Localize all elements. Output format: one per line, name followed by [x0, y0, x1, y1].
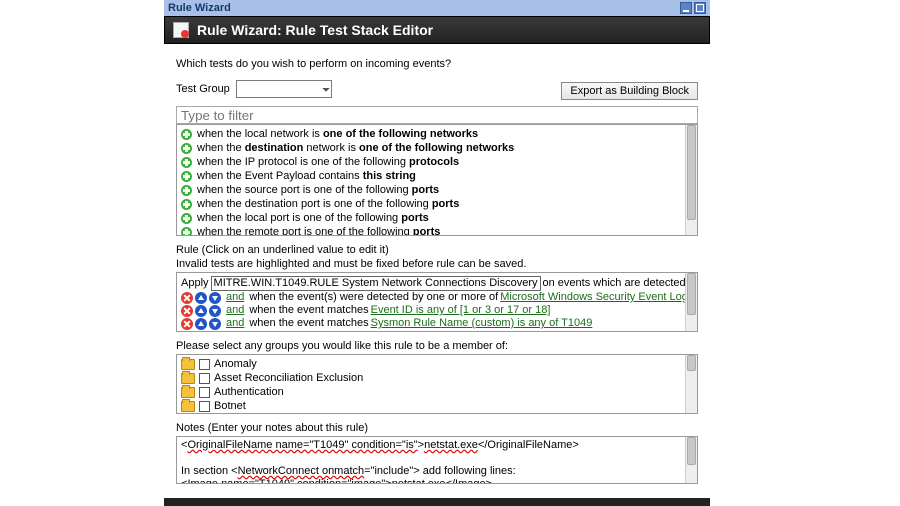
notes-line: <OriginalFileName name="T1049" condition… [181, 439, 681, 452]
dialog-title: Rule Wizard: Rule Test Stack Editor [197, 22, 433, 38]
test-row[interactable]: when the source port is one of the follo… [181, 183, 681, 197]
notes-scrollbar[interactable] [685, 437, 697, 483]
export-building-block-button[interactable]: Export as Building Block [561, 82, 698, 100]
move-down-icon[interactable] [209, 331, 221, 332]
test-row[interactable]: when the local network is one of the fol… [181, 127, 681, 141]
rule-section-label-1: Rule (Click on an underlined value to ed… [176, 244, 698, 256]
rule-value-link[interactable]: Microsoft Windows Security Event Log [500, 291, 685, 304]
group-checkbox[interactable] [199, 359, 210, 370]
rule-panel: Apply MITRE.WIN.T1049.RULE System Networ… [176, 272, 698, 332]
move-up-icon[interactable] [195, 292, 207, 304]
test-group-select[interactable]: All [236, 80, 332, 98]
delete-icon[interactable] [181, 305, 193, 317]
conj-link[interactable]: and [226, 317, 244, 330]
add-icon[interactable] [181, 199, 192, 210]
group-row: Authentication [181, 385, 681, 399]
window-maximize-button[interactable] [694, 2, 706, 14]
group-label: Anomaly [214, 357, 257, 371]
notes-line [181, 452, 681, 465]
rule-condition-row: and NOT when any of Machine ID (custom) … [181, 330, 681, 331]
group-label: Asset Reconciliation Exclusion [214, 371, 363, 385]
notes-section-label: Notes (Enter your notes about this rule) [176, 422, 698, 434]
wizard-icon [173, 22, 189, 38]
add-icon[interactable] [181, 213, 192, 224]
group-checkbox[interactable] [199, 387, 210, 398]
rule-condition-row: and when the event matches Event ID is a… [181, 304, 681, 317]
notes-panel[interactable]: <OriginalFileName name="T1049" condition… [176, 436, 698, 484]
test-row[interactable]: when the remote port is one of the follo… [181, 225, 681, 235]
folder-icon [181, 373, 195, 384]
move-up-icon[interactable] [195, 331, 207, 332]
rule-condition-row: and when the event matches Sysmon Rule N… [181, 317, 681, 330]
rule-value-link[interactable]: Event ID is any of [1 or 3 or 17 or 18] [371, 304, 551, 317]
add-icon[interactable] [181, 143, 192, 154]
notes-line: <Image name="T1049" condition="image">ne… [181, 478, 681, 483]
group-row: Asset Reconciliation Exclusion [181, 371, 681, 385]
test-row[interactable]: when the local port is one of the follow… [181, 211, 681, 225]
conj-link[interactable]: and [226, 291, 244, 304]
add-icon[interactable] [181, 185, 192, 196]
group-row: Botnet [181, 399, 681, 413]
add-icon[interactable] [181, 227, 192, 236]
folder-icon [181, 387, 195, 398]
add-icon[interactable] [181, 129, 192, 140]
test-filter-input[interactable] [176, 106, 698, 124]
rule-condition-row: and when the event(s) were detected by o… [181, 291, 681, 304]
group-label: Authentication [214, 385, 284, 399]
conj-link[interactable]: and [226, 304, 244, 317]
group-label: Botnet [214, 399, 246, 413]
dialog-header: Rule Wizard: Rule Test Stack Editor [164, 16, 710, 44]
delete-icon[interactable] [181, 318, 193, 330]
delete-icon[interactable] [181, 292, 193, 304]
rule-scrollbar[interactable] [685, 273, 697, 331]
prompt-text: Which tests do you wish to perform on in… [176, 58, 698, 70]
test-row[interactable]: when the Event Payload contains this str… [181, 169, 681, 183]
rule-value-link[interactable]: Sysmon Rule Name (custom) is any of T104… [371, 317, 593, 330]
window-titlebar: Rule Wizard [164, 0, 710, 16]
group-checkbox[interactable] [199, 373, 210, 384]
test-row[interactable]: when the destination port is one of the … [181, 197, 681, 211]
delete-icon[interactable] [181, 331, 193, 332]
window-title: Rule Wizard [168, 0, 231, 16]
test-row[interactable]: when the IP protocol is one of the follo… [181, 155, 681, 169]
move-down-icon[interactable] [209, 305, 221, 317]
rule-apply-row: Apply MITRE.WIN.T1049.RULE System Networ… [181, 275, 681, 291]
test-group-label: Test Group [176, 83, 230, 95]
conj-link[interactable]: and NOT [226, 330, 271, 331]
tests-scrollbar[interactable] [685, 125, 697, 235]
move-down-icon[interactable] [209, 292, 221, 304]
test-row[interactable]: when the destination network is one of t… [181, 141, 681, 155]
move-up-icon[interactable] [195, 305, 207, 317]
rule-name-field[interactable]: MITRE.WIN.T1049.RULE System Network Conn… [211, 276, 541, 291]
tests-panel: when the local network is one of the fol… [176, 124, 698, 236]
groups-panel: AnomalyAsset Reconciliation ExclusionAut… [176, 354, 698, 414]
add-icon[interactable] [181, 171, 192, 182]
group-row: Anomaly [181, 357, 681, 371]
folder-icon [181, 401, 195, 412]
rule-section-label-2: Invalid tests are highlighted and must b… [176, 258, 698, 270]
group-checkbox[interactable] [199, 401, 210, 412]
move-up-icon[interactable] [195, 318, 207, 330]
groups-section-label: Please select any groups you would like … [176, 340, 698, 352]
dialog-footer-bar [164, 498, 710, 506]
window-minimize-button[interactable] [680, 2, 692, 14]
add-icon[interactable] [181, 157, 192, 168]
folder-icon [181, 359, 195, 370]
groups-scrollbar[interactable] [685, 355, 697, 413]
notes-line: In section <NetworkConnect onmatch="incl… [181, 465, 681, 478]
move-down-icon[interactable] [209, 318, 221, 330]
